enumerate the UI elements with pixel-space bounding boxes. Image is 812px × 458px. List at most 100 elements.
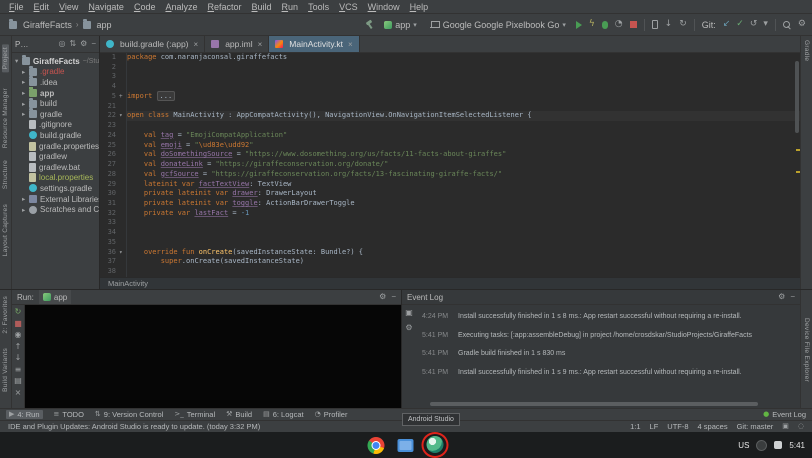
device-select[interactable]: Google Google Pixelbook Go ▾ <box>427 19 569 31</box>
sdk-manager-button[interactable]: ↓ <box>665 20 673 29</box>
event-log-entry[interactable]: 4:24 PMInstall successfully finished in … <box>422 313 796 320</box>
code-line-27[interactable]: val donateLink = "https://giraffeconserv… <box>127 160 800 170</box>
tree-item-scratches-and-consoles[interactable]: ▸Scratches and Consoles <box>12 204 99 215</box>
android-studio-icon[interactable] <box>427 436 444 453</box>
code-line-30[interactable]: private lateinit var drawer: DrawerLayou… <box>127 189 800 199</box>
tool-stripe-layout-captures[interactable]: Layout Captures <box>2 204 9 256</box>
tool-stripe-device-file-explorer[interactable]: Device File Explorer <box>803 318 810 382</box>
tree-item--gradle[interactable]: ▸.gradle <box>12 67 99 78</box>
search-everywhere-button[interactable] <box>783 21 791 29</box>
menu-view[interactable]: View <box>54 2 83 12</box>
code-line-5[interactable]: import ... <box>127 92 800 102</box>
debug-button[interactable] <box>602 21 608 29</box>
collapsed-arrow-icon[interactable]: ▸ <box>22 68 29 76</box>
toolwindow-profiler[interactable]: ◔Profiler <box>315 410 348 419</box>
project-header-icon-0[interactable]: ◎ <box>58 40 65 48</box>
menu-file[interactable]: File <box>4 2 29 12</box>
stop-button[interactable]: ■ <box>14 320 22 328</box>
status-item-3[interactable]: 4 spaces <box>698 422 728 431</box>
profile-button[interactable]: ◔ <box>615 20 623 29</box>
event-log-entry[interactable]: 5:41 PMExecuting tasks: [:app:assembleDe… <box>422 332 796 339</box>
code-line-32[interactable]: private var lastFact = -1 <box>127 209 800 219</box>
project-header-icon-3[interactable]: − <box>91 40 96 48</box>
toolwindow-build[interactable]: ⚒Build <box>226 410 252 419</box>
collapsed-arrow-icon[interactable]: ▸ <box>22 78 29 86</box>
tool-stripe-2-favorites[interactable]: 2: Favorites <box>2 296 9 334</box>
fold-marker-icon[interactable]: + <box>119 92 126 102</box>
close-tab-icon[interactable]: × <box>258 40 263 49</box>
code-line-38[interactable] <box>127 267 800 277</box>
event-log-entry[interactable]: 5:41 PMGradle build finished in 1 s 830 … <box>422 350 796 357</box>
git-update-button[interactable]: ↙ <box>723 20 731 29</box>
menu-edit[interactable]: Edit <box>29 2 55 12</box>
tool-stripe-structure[interactable]: Structure <box>2 160 9 189</box>
tab-app-iml[interactable]: app.iml× <box>205 36 269 52</box>
event-log-filter-button[interactable]: ▣ <box>405 309 413 317</box>
tree-item-gradle-properties[interactable]: gradle.properties <box>12 141 99 152</box>
collapsed-arrow-icon[interactable]: ▸ <box>22 89 29 97</box>
toolwindow-6-logcat[interactable]: ▤6: Logcat <box>263 410 303 419</box>
code-line-24[interactable]: val tag = "EmojiCompatApplication" <box>127 131 800 141</box>
git-dropdown[interactable]: ▾ <box>763 20 768 29</box>
code-line-35[interactable] <box>127 238 800 248</box>
collapsed-arrow-icon[interactable]: ▸ <box>22 206 29 214</box>
rerun-button[interactable]: ↻ <box>15 308 22 316</box>
tree-root[interactable]: ▾ GiraffeFacts ~/StudioProjects/GiraffeF… <box>12 56 99 67</box>
tool-stripe-project[interactable]: Project <box>2 44 9 72</box>
status-item-1[interactable]: LF <box>650 422 659 431</box>
event-log-hscrollbar[interactable] <box>430 402 758 406</box>
tree-item-gradlew[interactable]: gradlew <box>12 151 99 162</box>
close-tab-icon[interactable]: × <box>194 40 199 49</box>
tool-stripe-resource-manager[interactable]: Resource Manager <box>2 88 9 148</box>
tree-item-settings-gradle[interactable]: settings.gradle <box>12 183 99 194</box>
tree-item-gradle[interactable]: ▸gradle <box>12 109 99 120</box>
status-icon-1[interactable]: ◌ <box>798 423 804 430</box>
breadcrumb-class[interactable]: MainActivity <box>108 279 148 288</box>
soft-wrap-button[interactable]: ≡ <box>15 366 22 374</box>
menu-tools[interactable]: Tools <box>303 2 334 12</box>
restart-activity-button[interactable]: ◉ <box>15 331 22 339</box>
status-icon-0[interactable]: ▣ <box>782 423 789 430</box>
apply-changes-button[interactable]: ϟ <box>589 20 595 29</box>
code-line-22[interactable]: open class MainActivity : AppCompatActiv… <box>127 111 800 121</box>
toolwindow-todo[interactable]: ≡TODO <box>54 410 84 419</box>
collapsed-arrow-icon[interactable]: ▸ <box>22 110 29 118</box>
code-line-26[interactable]: val doSomethingSource = "https://www.dos… <box>127 150 800 160</box>
tab-build-gradle-app-[interactable]: build.gradle (:app)× <box>100 36 205 52</box>
toolwindow-9-version-control[interactable]: ⇅9: Version Control <box>95 410 164 419</box>
status-item-0[interactable]: 1:1 <box>630 422 640 431</box>
chrome-icon[interactable] <box>368 437 385 454</box>
build-hammer-icon[interactable] <box>365 20 374 29</box>
run-button[interactable] <box>576 21 582 29</box>
stop-button[interactable] <box>630 21 637 28</box>
tool-stripe-gradle[interactable]: Gradle <box>803 40 810 61</box>
code-line-33[interactable] <box>127 218 800 228</box>
menu-navigate[interactable]: Navigate <box>83 2 129 12</box>
event-log-entries[interactable]: 4:24 PMInstall successfully finished in … <box>416 305 800 408</box>
code-line-25[interactable]: val emoji = "\ud83e\udd92" <box>127 141 800 151</box>
breadcrumb-project[interactable]: GiraffeFacts <box>6 20 75 30</box>
project-header-icon-2[interactable]: ⚙ <box>80 40 87 48</box>
settings-button[interactable]: ⚙ <box>798 20 806 29</box>
breadcrumb-app[interactable]: app <box>80 20 115 30</box>
tree-item-build-gradle[interactable]: build.gradle <box>12 130 99 141</box>
event-log-settings-icon[interactable]: ⚙ <box>778 293 785 301</box>
up-stack-trace-button[interactable]: ↑ <box>15 343 22 351</box>
fold-marker-icon[interactable]: ▾ <box>119 248 126 258</box>
code-line-23[interactable] <box>127 121 800 131</box>
collapsed-arrow-icon[interactable]: ▸ <box>22 195 29 203</box>
tree-item-build[interactable]: ▸build <box>12 98 99 109</box>
tree-item-app[interactable]: ▸app <box>12 88 99 99</box>
keyboard-layout-indicator[interactable]: US <box>738 441 749 450</box>
code-editor[interactable]: 12345+2122▾2324252627282930313233343536▾… <box>100 53 800 277</box>
menu-window[interactable]: Window <box>363 2 405 12</box>
menu-vcs[interactable]: VCS <box>334 2 363 12</box>
down-stack-trace-button[interactable]: ↓ <box>15 354 22 362</box>
code-line-1[interactable]: package com.naranjaconsal.giraffefacts <box>127 53 800 63</box>
status-item-4[interactable]: Git: master <box>737 422 774 431</box>
event-log-hide-icon[interactable]: − <box>790 293 795 301</box>
status-item-2[interactable]: UTF-8 <box>667 422 688 431</box>
files-icon[interactable] <box>398 439 414 452</box>
toolwindow-event-log[interactable]: ●Event Log <box>763 410 806 419</box>
menu-analyze[interactable]: Analyze <box>160 2 202 12</box>
